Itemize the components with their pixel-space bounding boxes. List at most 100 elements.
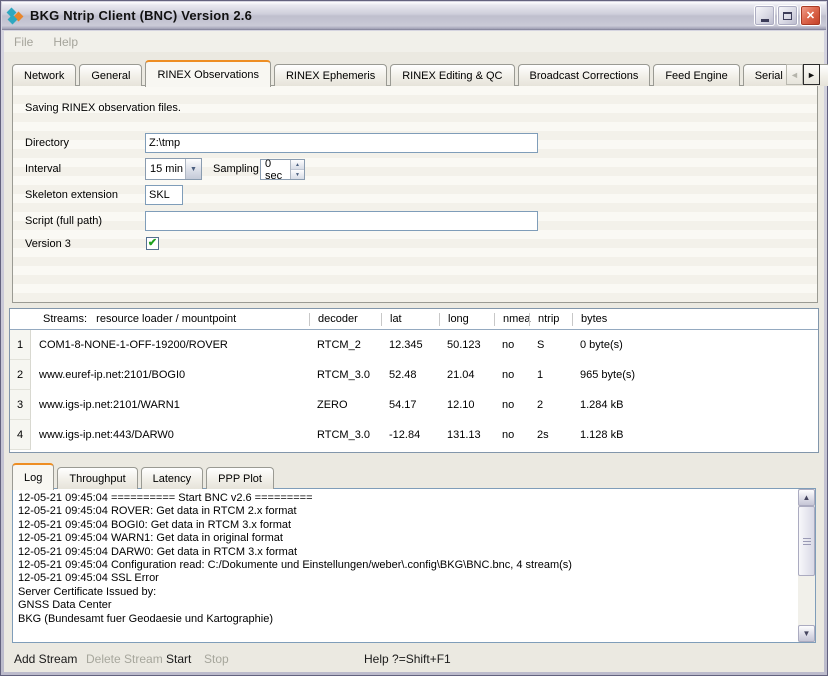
cell-nmea: no	[494, 429, 529, 441]
check-icon: ✔	[148, 238, 157, 249]
directory-input[interactable]	[145, 133, 538, 153]
chevron-left-icon: ◄	[790, 70, 799, 80]
row-number: 4	[10, 420, 31, 450]
row-number: 3	[10, 390, 31, 420]
maximize-button[interactable]	[777, 5, 798, 26]
cell-bytes: 965 byte(s)	[572, 369, 818, 381]
help-shortcut-label: Help ?=Shift+F1	[364, 652, 451, 666]
client-area: File Help Network General RINEX Observat…	[4, 31, 824, 672]
cell-long: 131.13	[439, 429, 494, 441]
maximize-icon	[783, 12, 792, 20]
tab-feed-engine[interactable]: Feed Engine	[653, 64, 739, 86]
tab-scroll-right-button[interactable]: ►	[803, 64, 820, 85]
header-lat: lat	[381, 313, 439, 326]
streams-table-header: Streams: resource loader / mountpoint de…	[10, 309, 818, 330]
scrollbar-up-button[interactable]: ▲	[798, 489, 815, 506]
tab-network[interactable]: Network	[12, 64, 76, 86]
header-mountpoint: Streams: resource loader / mountpoint	[31, 313, 309, 326]
interval-value: 15 min	[146, 159, 185, 179]
app-window: BKG Ntrip Client (BNC) Version 2.6 ✕ Fil…	[0, 0, 828, 676]
log-line: 12-05-21 09:45:04 SSL Error	[18, 572, 798, 585]
tab-throughput[interactable]: Throughput	[57, 467, 137, 489]
chevron-down-icon[interactable]: ▼	[185, 159, 201, 179]
version3-checkbox[interactable]: ✔	[146, 237, 159, 250]
rinex-observations-panel: Saving RINEX observation files. Director…	[12, 85, 818, 303]
bnc-logo-icon	[7, 8, 25, 24]
menu-file[interactable]: File	[4, 35, 43, 49]
script-path-label: Script (full path)	[25, 211, 102, 231]
menu-help[interactable]: Help	[43, 35, 88, 49]
delete-stream-button[interactable]: Delete Stream	[86, 652, 163, 666]
sampling-spinner[interactable]: 0 sec ▲ ▼	[260, 159, 305, 180]
cell-bytes: 0 byte(s)	[572, 339, 818, 351]
header-bytes: bytes	[572, 313, 818, 326]
cell-lat: -12.84	[381, 429, 439, 441]
cell-long: 50.123	[439, 339, 494, 351]
log-panel[interactable]: 12-05-21 09:45:04 ========== Start BNC v…	[12, 488, 816, 643]
log-vertical-scrollbar[interactable]: ▲ ▼	[798, 489, 815, 642]
tab-rinex-ephemeris[interactable]: RINEX Ephemeris	[274, 64, 387, 86]
close-button[interactable]: ✕	[800, 5, 821, 26]
log-line: 12-05-21 09:45:04 BOGI0: Get data in RTC…	[18, 519, 798, 532]
cell-long: 12.10	[439, 399, 494, 411]
interval-dropdown[interactable]: 15 min ▼	[145, 158, 202, 180]
scrollbar-thumb[interactable]	[798, 506, 815, 576]
minimize-button[interactable]	[754, 5, 775, 26]
window-title: BKG Ntrip Client (BNC) Version 2.6	[30, 8, 754, 23]
panel-intro-text: Saving RINEX observation files.	[25, 98, 181, 118]
tab-log[interactable]: Log	[12, 463, 54, 490]
spinner-up-icon[interactable]: ▲	[291, 160, 304, 169]
tab-broadcast-corrections[interactable]: Broadcast Corrections	[518, 64, 651, 86]
scrollbar-up-icon: ▲	[803, 493, 811, 502]
tab-ppp-plot[interactable]: PPP Plot	[206, 467, 274, 489]
menu-bar: File Help	[4, 31, 824, 52]
cell-mountpoint: COM1-8-NONE-1-OFF-19200/ROVER	[31, 339, 309, 351]
log-line: BKG (Bundesamt fuer Geodaesie und Kartog…	[18, 613, 798, 626]
spinner-down-icon[interactable]: ▼	[291, 169, 304, 179]
title-bar[interactable]: BKG Ntrip Client (BNC) Version 2.6 ✕	[2, 2, 826, 30]
cell-lat: 12.345	[381, 339, 439, 351]
log-line: GNSS Data Center	[18, 599, 798, 612]
cell-mountpoint: www.euref-ip.net:2101/BOGI0	[31, 369, 309, 381]
scrollbar-down-button[interactable]: ▼	[798, 625, 815, 642]
tab-rinex-observations[interactable]: RINEX Observations	[145, 60, 270, 87]
sampling-label: Sampling	[213, 159, 259, 179]
cell-nmea: no	[494, 339, 529, 351]
tab-scroll-left-button: ◄	[786, 64, 803, 85]
log-text: 12-05-21 09:45:04 ========== Start BNC v…	[13, 489, 798, 642]
settings-tab-bar: Network General RINEX Observations RINEX…	[12, 58, 822, 86]
table-row[interactable]: 2 www.euref-ip.net:2101/BOGI0 RTCM_3.0 5…	[10, 360, 818, 390]
table-row[interactable]: 1 COM1-8-NONE-1-OFF-19200/ROVER RTCM_2 1…	[10, 330, 818, 360]
cell-lat: 52.48	[381, 369, 439, 381]
header-ntrip: ntrip	[529, 313, 572, 326]
tab-general[interactable]: General	[79, 64, 142, 86]
header-nmea: nmea	[494, 313, 529, 326]
cell-ntrip: 2	[529, 399, 572, 411]
cell-nmea: no	[494, 399, 529, 411]
cell-decoder: RTCM_3.0	[309, 429, 381, 441]
cell-bytes: 1.284 kB	[572, 399, 818, 411]
cell-decoder: ZERO	[309, 399, 381, 411]
tab-latency[interactable]: Latency	[141, 467, 204, 489]
tab-rinex-editing-qc[interactable]: RINEX Editing & QC	[390, 64, 514, 86]
cell-nmea: no	[494, 369, 529, 381]
table-row[interactable]: 4 www.igs-ip.net:443/DARW0 RTCM_3.0 -12.…	[10, 420, 818, 450]
stop-button[interactable]: Stop	[204, 652, 229, 666]
log-line: 12-05-21 09:45:04 DARW0: Get data in RTC…	[18, 546, 798, 559]
add-stream-button[interactable]: Add Stream	[14, 652, 77, 666]
directory-label: Directory	[25, 133, 69, 153]
version3-label: Version 3	[25, 234, 71, 254]
skeleton-extension-input[interactable]	[145, 185, 183, 205]
cell-decoder: RTCM_2	[309, 339, 381, 351]
cell-ntrip: 2s	[529, 429, 572, 441]
monitor-tab-bar: Log Throughput Latency PPP Plot	[12, 461, 277, 489]
log-line: 12-05-21 09:45:04 WARN1: Get data in ori…	[18, 532, 798, 545]
streams-table: Streams: resource loader / mountpoint de…	[9, 308, 819, 453]
cell-mountpoint: www.igs-ip.net:2101/WARN1	[31, 399, 309, 411]
script-path-input[interactable]	[145, 211, 538, 231]
cell-ntrip: 1	[529, 369, 572, 381]
log-line: Server Certificate Issued by:	[18, 586, 798, 599]
start-button[interactable]: Start	[166, 652, 191, 666]
skeleton-extension-label: Skeleton extension	[25, 185, 118, 205]
table-row[interactable]: 3 www.igs-ip.net:2101/WARN1 ZERO 54.17 1…	[10, 390, 818, 420]
